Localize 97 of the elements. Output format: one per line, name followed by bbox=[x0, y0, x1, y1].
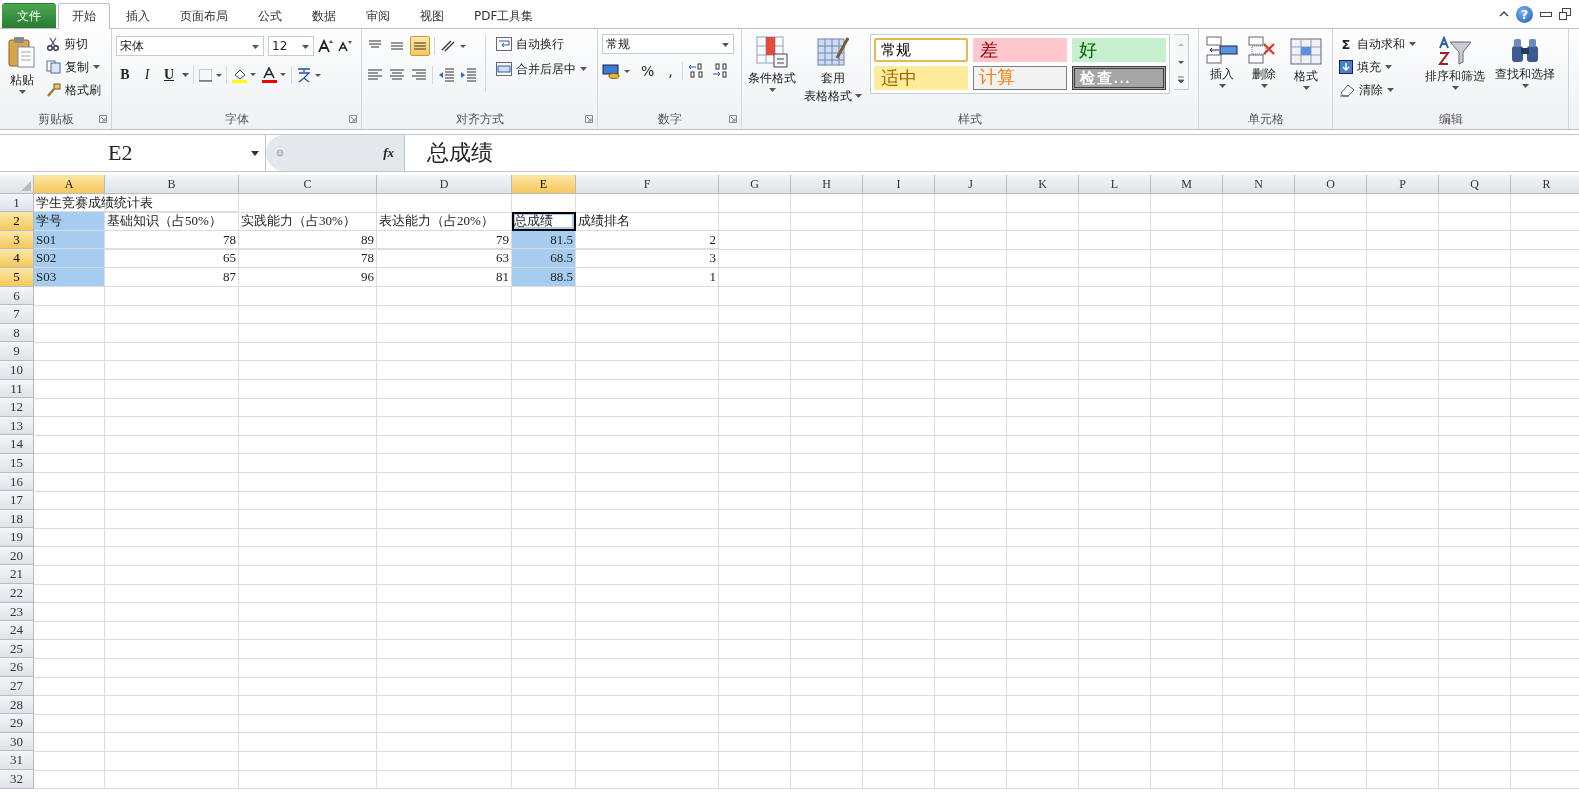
row-header[interactable]: 19 bbox=[0, 528, 34, 547]
group-label: 编辑 bbox=[1438, 110, 1463, 128]
table-cell[interactable]: 3 bbox=[576, 249, 719, 268]
table-cell[interactable]: 成绩排名 bbox=[576, 212, 791, 231]
underline-button[interactable]: U bbox=[160, 66, 178, 84]
ribbon-tab[interactable]: PDF工具集 bbox=[460, 3, 548, 28]
copy-button[interactable]: 复制 bbox=[44, 57, 103, 77]
row-header[interactable]: 2 bbox=[0, 212, 34, 231]
column-header[interactable]: P bbox=[1367, 175, 1439, 194]
cell-style-item[interactable]: 好 bbox=[1072, 38, 1166, 62]
table-cell[interactable]: 学号 bbox=[34, 212, 105, 231]
conditional-format-button[interactable]: 条件格式 bbox=[746, 34, 798, 94]
delete-cells-button[interactable]: 删除 bbox=[1245, 34, 1283, 90]
merge-center-button[interactable]: 合并后居中 bbox=[494, 59, 589, 79]
row-header[interactable]: 26 bbox=[0, 658, 34, 678]
number-format-field[interactable]: 常规 bbox=[602, 34, 734, 54]
cell-style-item[interactable]: 适中 bbox=[874, 66, 968, 90]
table-cell[interactable]: 87 bbox=[105, 267, 239, 287]
column-header[interactable]: E bbox=[512, 175, 576, 194]
table-cell[interactable]: 89 bbox=[239, 230, 377, 250]
table-cell[interactable]: 78 bbox=[105, 230, 239, 250]
ribbon-tab[interactable]: 插入 bbox=[112, 3, 164, 28]
ribbon-tab[interactable]: 开始 bbox=[58, 3, 110, 29]
column-header[interactable]: Q bbox=[1439, 175, 1511, 194]
column-header[interactable]: A bbox=[34, 175, 105, 194]
formula-input[interactable]: 总成绩 bbox=[404, 135, 1579, 171]
fill-button[interactable]: 填充 bbox=[1337, 57, 1418, 77]
column-header[interactable]: L bbox=[1079, 175, 1151, 194]
table-cell[interactable]: 1 bbox=[576, 267, 719, 287]
table-cell[interactable]: 68.5 bbox=[512, 249, 576, 268]
row-header[interactable]: 31 bbox=[0, 751, 34, 770]
autosum-button[interactable]: Σ 自动求和 bbox=[1337, 34, 1418, 54]
font-name-field[interactable]: 宋体 bbox=[116, 36, 264, 56]
table-cell[interactable]: S02 bbox=[34, 249, 105, 268]
column-header[interactable]: C bbox=[239, 175, 377, 194]
cell-style-item[interactable]: 差 bbox=[973, 38, 1067, 62]
column-header[interactable]: O bbox=[1295, 175, 1367, 194]
row-header[interactable]: 9 bbox=[0, 342, 34, 361]
italic-button[interactable]: I bbox=[138, 66, 156, 84]
column-header[interactable]: N bbox=[1223, 175, 1295, 194]
sort-filter-button[interactable]: 排序和筛选 bbox=[1422, 34, 1488, 92]
table-cell[interactable]: 总成绩 bbox=[512, 212, 576, 231]
comma-style-button[interactable]: , bbox=[663, 63, 678, 79]
column-header[interactable]: J bbox=[935, 175, 1007, 194]
row-header[interactable]: 24 bbox=[0, 621, 34, 640]
column-header[interactable]: B bbox=[105, 175, 239, 194]
format-cells-button[interactable]: 格式 bbox=[1287, 34, 1325, 92]
font-size-field[interactable]: 12 bbox=[268, 36, 314, 56]
format-as-table-button[interactable]: 套用 表格格式 bbox=[802, 34, 864, 106]
name-box[interactable]: E2 bbox=[0, 135, 266, 171]
row-header[interactable]: 14 bbox=[0, 435, 34, 454]
file-tab[interactable]: 文件 bbox=[2, 3, 56, 28]
row-header[interactable]: 27 bbox=[0, 677, 34, 696]
row-header[interactable]: 7 bbox=[0, 305, 34, 324]
row-header[interactable]: 22 bbox=[0, 584, 34, 603]
percent-button[interactable]: % bbox=[636, 63, 660, 79]
bold-button[interactable]: B bbox=[116, 66, 134, 84]
row-header[interactable]: 4 bbox=[0, 249, 34, 268]
ribbon-tab[interactable]: 页面布局 bbox=[166, 3, 242, 28]
column-header[interactable]: F bbox=[576, 175, 719, 194]
group-label: 数字 bbox=[657, 110, 682, 128]
table-cell[interactable]: 实践能力（占30%） bbox=[239, 212, 377, 231]
column-header[interactable]: H bbox=[791, 175, 863, 194]
row-header[interactable]: 21 bbox=[0, 565, 34, 585]
group-label: 剪贴板 bbox=[37, 110, 74, 128]
row-header[interactable]: 12 bbox=[0, 398, 34, 417]
ribbon-tab[interactable]: 数据 bbox=[298, 3, 350, 28]
table-cell[interactable]: 2 bbox=[576, 230, 719, 250]
insert-cells-button[interactable]: 插入 bbox=[1203, 34, 1241, 90]
column-header[interactable]: G bbox=[719, 175, 791, 194]
table-cell[interactable]: 96 bbox=[239, 267, 377, 287]
ribbon-tab[interactable]: 审阅 bbox=[352, 3, 404, 28]
ribbon-tab[interactable]: 公式 bbox=[244, 3, 296, 28]
group-label: 字体 bbox=[224, 110, 249, 128]
table-cell[interactable]: 基础知识（占50%） bbox=[105, 212, 239, 231]
row-header[interactable]: 32 bbox=[0, 770, 34, 789]
row-header[interactable]: 29 bbox=[0, 714, 34, 733]
table-cell[interactable]: 78 bbox=[239, 249, 377, 268]
find-select-button[interactable]: 查找和选择 bbox=[1492, 34, 1558, 90]
column-header[interactable]: I bbox=[863, 175, 935, 194]
group-label: 对齐方式 bbox=[455, 110, 504, 128]
paste-button[interactable]: 粘贴 bbox=[4, 34, 40, 96]
column-header[interactable]: K bbox=[1007, 175, 1079, 194]
cut-button[interactable]: 剪切 bbox=[44, 34, 103, 54]
cell-style-item[interactable]: 常规 bbox=[874, 38, 968, 62]
table-cell[interactable]: 65 bbox=[105, 249, 239, 268]
clear-button[interactable]: 清除 bbox=[1337, 80, 1418, 100]
insert-function-button[interactable]: fx bbox=[383, 145, 394, 161]
row-header[interactable]: 17 bbox=[0, 491, 34, 510]
group-label: 样式 bbox=[958, 110, 982, 128]
ribbon-tab[interactable]: 视图 bbox=[406, 3, 458, 28]
group-label: 单元格 bbox=[1247, 110, 1284, 128]
format-painter-button[interactable]: 格式刷 bbox=[44, 80, 103, 100]
column-header[interactable]: M bbox=[1151, 175, 1223, 194]
column-header[interactable]: R bbox=[1511, 175, 1579, 194]
wrap-text-button[interactable]: 自动换行 bbox=[494, 34, 589, 54]
column-header[interactable]: D bbox=[377, 175, 512, 194]
